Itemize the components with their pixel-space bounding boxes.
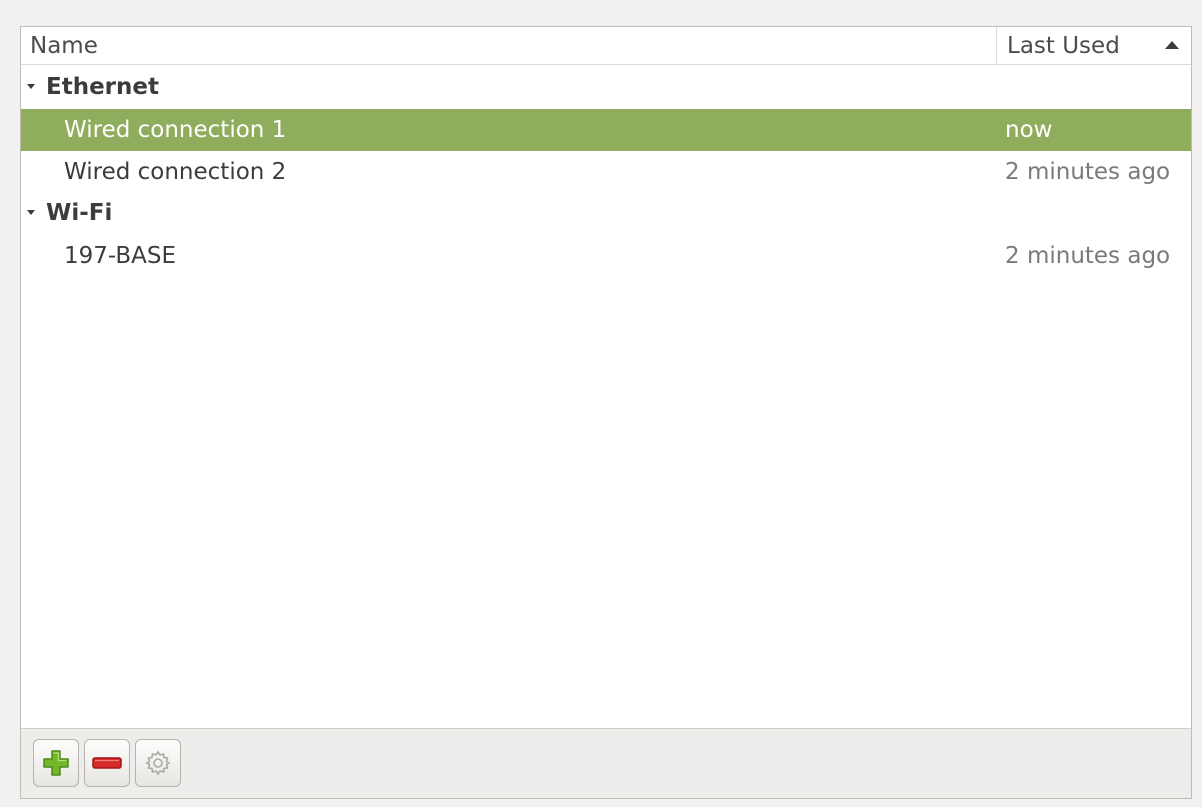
- expander-down-icon[interactable]: [27, 210, 35, 215]
- connection-row[interactable]: Wired connection 2 2 minutes ago: [21, 151, 1191, 193]
- connection-last-used: now: [1005, 117, 1053, 143]
- connections-list: Ethernet Wired connection 1 now Wired co…: [21, 67, 1191, 277]
- group-label: Ethernet: [46, 74, 159, 100]
- minus-icon: [92, 757, 122, 769]
- column-header-last-used-label: Last Used: [1007, 33, 1120, 59]
- connections-panel: Name Last Used Ethernet Wired connection…: [20, 26, 1192, 799]
- list-header: Name Last Used: [21, 27, 1191, 65]
- group-row-wifi[interactable]: Wi-Fi: [21, 193, 1191, 235]
- column-header-last-used[interactable]: Last Used: [996, 27, 1193, 64]
- connection-name: Wired connection 2: [64, 159, 287, 185]
- bottom-toolbar: [21, 728, 1191, 798]
- connection-name: Wired connection 1: [64, 117, 287, 143]
- plus-icon: [43, 750, 69, 776]
- connection-row[interactable]: Wired connection 1 now: [21, 109, 1191, 151]
- column-header-name[interactable]: Name: [30, 33, 98, 59]
- connection-row[interactable]: 197-BASE 2 minutes ago: [21, 235, 1191, 277]
- expander-down-icon[interactable]: [27, 84, 35, 89]
- group-row-ethernet[interactable]: Ethernet: [21, 67, 1191, 109]
- connection-last-used: 2 minutes ago: [1005, 159, 1171, 185]
- add-connection-button[interactable]: [33, 739, 79, 787]
- remove-connection-button[interactable]: [84, 739, 130, 787]
- connection-last-used: 2 minutes ago: [1005, 243, 1171, 269]
- group-label: Wi-Fi: [46, 200, 113, 226]
- sort-ascending-icon: [1165, 41, 1179, 49]
- gear-icon: [145, 750, 171, 776]
- edit-connection-button[interactable]: [135, 739, 181, 787]
- connection-name: 197-BASE: [64, 243, 177, 269]
